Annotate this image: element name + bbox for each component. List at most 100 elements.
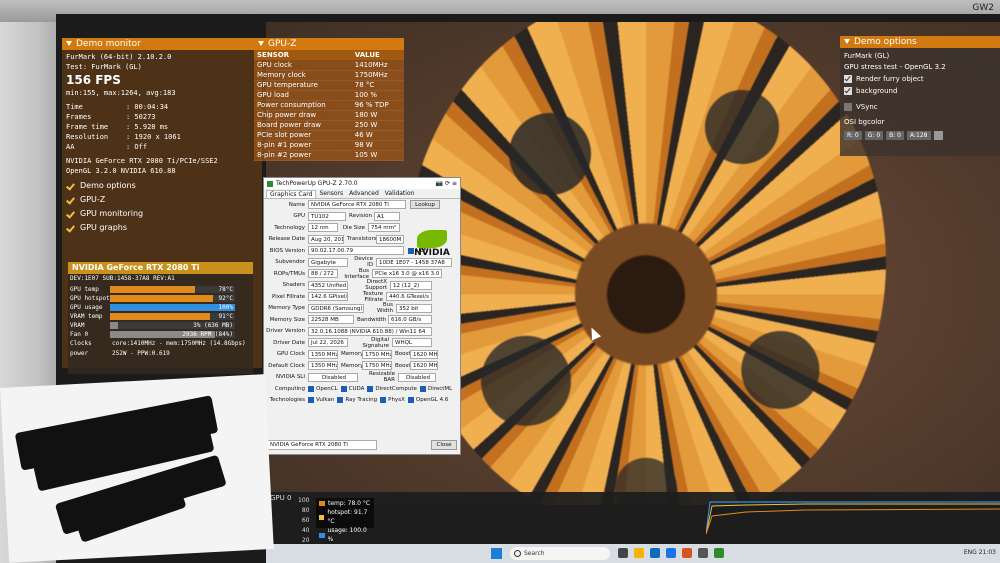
option-demo-options[interactable]: Demo options	[66, 179, 258, 193]
demo-description: GPU stress test - OpenGL 3.2	[844, 63, 946, 71]
fps-stats: min:155, max:1264, avg:183	[66, 89, 176, 97]
gpuz-sensor-panel: GPU-Z SENSOR VALUE GPU clock 1410MHz Memory…	[254, 38, 404, 184]
tab-graphics-card[interactable]: Graphics Card	[266, 189, 317, 198]
close-button[interactable]: Close	[431, 440, 457, 450]
bar-value: 3% (636 MB)	[193, 321, 233, 329]
table-row: 8-pin #2 power 105 W	[254, 150, 404, 161]
bgcolor-g-field[interactable]: G: 0	[864, 131, 884, 140]
nvidia-eye-icon	[417, 230, 447, 248]
table-row: Power consumption 96 % TDP	[254, 100, 404, 111]
bar-track: 92°C	[110, 294, 235, 302]
bar-fill	[110, 312, 210, 320]
sensor-name: Chip power draw	[254, 110, 352, 121]
gpuz-icon[interactable]	[714, 548, 724, 558]
gpu-monitor-title: NVIDIA GeForce RTX 2080 Ti	[68, 262, 253, 274]
temp-line	[706, 508, 1000, 535]
opengl-version: OpenGL 3.2.0 NVIDIA 610.88	[66, 167, 176, 175]
gpu-graph: GPU 0 100 80 60 40 20 temp: 78.0 °C hotspot:…	[266, 492, 1000, 544]
window-controls[interactable]: 📷 ⟳ ≡	[436, 180, 457, 187]
bar-label: VRAM	[70, 321, 85, 329]
graph-axis: 100 80 60 40 20	[298, 497, 310, 544]
bar-label: GPU temp	[70, 285, 99, 293]
bar-track: 78°C	[110, 285, 235, 293]
color-picker-icon[interactable]	[933, 131, 943, 140]
table-row: Chip power draw 180 W	[254, 110, 404, 121]
bar-track: 2936 RPM (84%)	[110, 330, 235, 338]
file-explorer-icon[interactable]	[634, 548, 644, 558]
browser-icon[interactable]	[666, 548, 676, 558]
render-furry-checkbox[interactable]: Render furry object	[844, 73, 996, 85]
sensor-value: 96 % TDP	[351, 100, 404, 111]
background-checkbox[interactable]: background	[844, 85, 996, 97]
gpuz-tabs: Graphics Card Sensors Advanced Validatio…	[264, 189, 460, 199]
gz-row-sli: NVIDIA SLI Disabled Resizable BAR Disabled	[264, 371, 460, 383]
option-gpu-monitoring[interactable]: GPU monitoring	[66, 207, 258, 221]
gz-row-gpu: GPU TU102 Revision A1	[264, 211, 460, 223]
bar-fill	[110, 303, 235, 311]
legend-entry: usage: 100.0 %	[319, 526, 371, 544]
paper-sticker	[0, 374, 274, 563]
bar-fill	[110, 321, 118, 329]
bgcolor-fields: R: 0 G: 0 B: 0 A:128	[844, 131, 996, 140]
bar-value: 100%	[218, 303, 233, 311]
gz-row-rops: ROPs/TMUs 88 / 272 Bus Interface PCIe x16 3…	[264, 268, 460, 280]
bar-fill	[110, 294, 213, 302]
checkbox-icon	[844, 87, 852, 95]
gz-row-driver: Driver Version 32.0.16.1088 (NVIDIA 610.8…	[264, 326, 460, 338]
collapse-triangle-icon[interactable]	[66, 41, 72, 46]
hotspot-line	[706, 503, 1000, 535]
power-row: power 252W - PPW:0.619	[70, 350, 170, 357]
demo-options-title[interactable]: Demo options	[840, 36, 1000, 48]
column-header: VALUE	[351, 50, 404, 60]
tab-validation[interactable]: Validation	[382, 190, 418, 197]
usage-line	[706, 501, 1000, 535]
sensor-value: 100 %	[351, 90, 404, 101]
sensor-value: 1410MHz	[351, 60, 404, 71]
app-icon[interactable]	[698, 548, 708, 558]
lookup-button[interactable]: Lookup	[410, 200, 440, 210]
windows-start-icon[interactable]	[491, 548, 502, 559]
collapse-triangle-icon[interactable]	[844, 39, 850, 44]
option-gpu-graphs[interactable]: GPU graphs	[66, 221, 258, 235]
bgcolor-r-field[interactable]: R: 0	[844, 131, 862, 140]
stat-row: Frame time: 5.928 ms	[66, 123, 169, 131]
furmark-icon[interactable]	[682, 548, 692, 558]
gpuz-panel-title[interactable]: GPU-Z	[254, 38, 404, 50]
stat-row: Time: 00:04:34	[66, 103, 169, 111]
gz-row-shaders: Shaders 4352 Unified DirectX Support 12 (12…	[264, 279, 460, 291]
tab-sensors[interactable]: Sensors	[316, 190, 346, 197]
gpuz-window: TechPowerUp GPU-Z 2.70.0 📷 ⟳ ≡ Graphics …	[263, 177, 461, 455]
bar-label: Fan 0	[70, 330, 89, 338]
demo-monitor-title[interactable]: Demo monitor	[62, 38, 262, 50]
system-tray[interactable]: ENG 21:03	[964, 549, 996, 556]
demo-name: FurMark (GL)	[844, 52, 890, 60]
gpuz-titlebar[interactable]: TechPowerUp GPU-Z 2.70.0 📷 ⟳ ≡	[264, 178, 460, 189]
edge-icon[interactable]	[650, 548, 660, 558]
checkmark-icon	[66, 182, 75, 191]
gpu-bar-row: Fan 0 2936 RPM (84%)	[68, 330, 253, 338]
vsync-checkbox[interactable]: VSync	[844, 101, 996, 113]
gz-row-memsize: Memory Size 22528 MB Bandwidth 616.0 GB/s	[264, 314, 460, 326]
sensor-name: GPU temperature	[254, 80, 352, 91]
legend-entry: hotspot: 91.7 °C	[319, 508, 371, 526]
stat-row: Frames: 50273	[66, 113, 156, 121]
gpu-select-dropdown[interactable]: NVIDIA GeForce RTX 2080 Ti	[267, 440, 377, 450]
gpu-bar-row: GPU temp 78°C	[68, 285, 253, 293]
bgcolor-b-field[interactable]: B: 0	[886, 131, 905, 140]
option-gpu-z[interactable]: GPU-Z	[66, 193, 258, 207]
taskbar-search[interactable]: Search	[510, 547, 610, 560]
gpu-bar-row: VRAM temp 91°C	[68, 312, 253, 320]
bgcolor-a-field[interactable]: A:128	[907, 131, 931, 140]
checkmark-icon	[66, 210, 75, 219]
bar-fill	[110, 285, 195, 293]
table-row: 8-pin #1 power 98 W	[254, 140, 404, 151]
collapse-triangle-icon[interactable]	[258, 41, 264, 46]
table-row: Board power draw 250 W	[254, 120, 404, 131]
sensor-value: 98 W	[351, 140, 404, 151]
sensor-value: 250 W	[351, 120, 404, 131]
osi-bgcolor-label: OSI bgcolor	[844, 118, 885, 126]
table-row: GPU load 100 %	[254, 90, 404, 101]
checkmark-icon	[66, 224, 75, 233]
taskview-icon[interactable]	[618, 548, 628, 558]
tab-advanced[interactable]: Advanced	[346, 190, 382, 197]
